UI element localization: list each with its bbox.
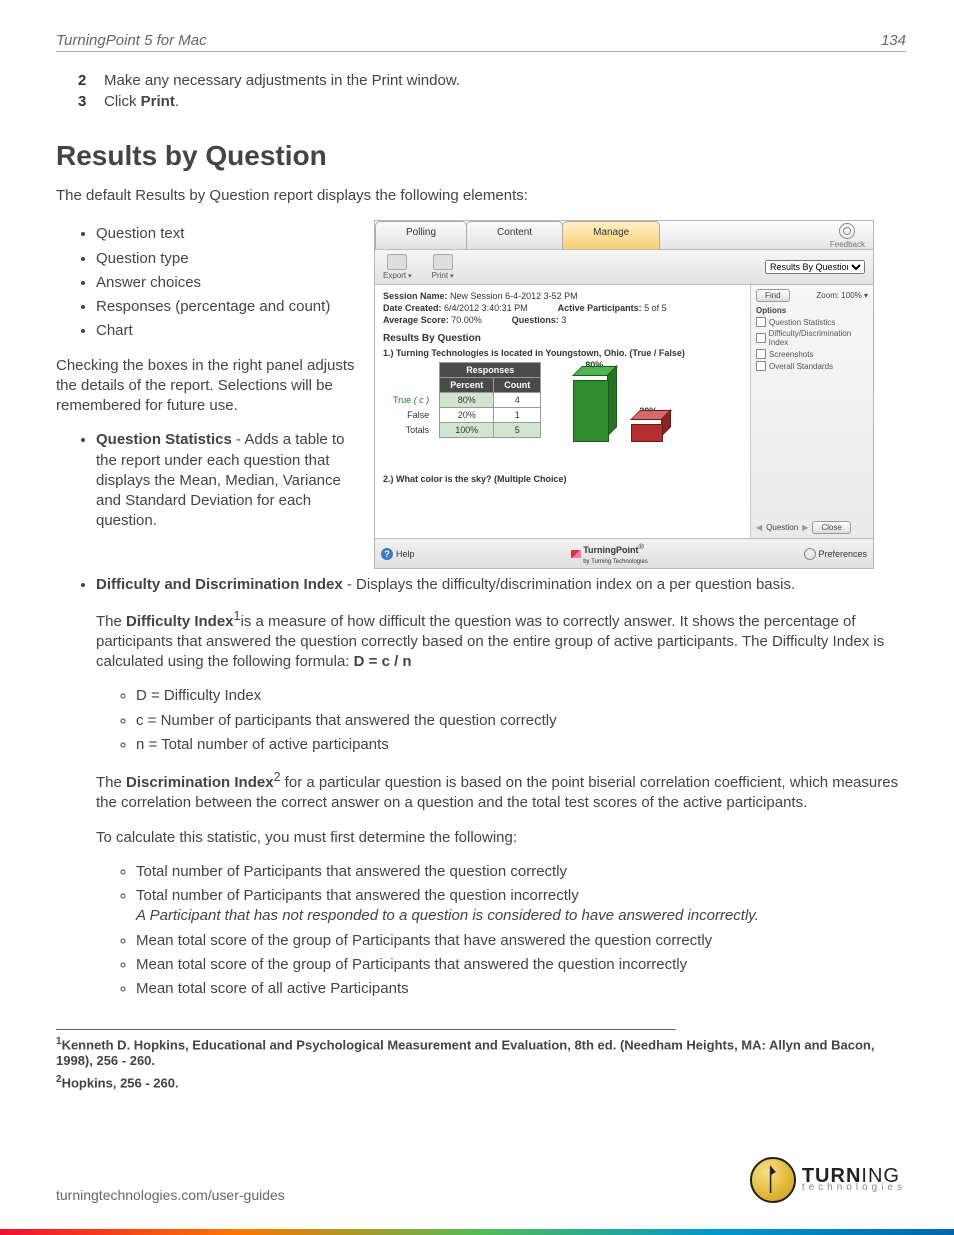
chevron-down-icon: ▾ — [408, 273, 412, 280]
export-button[interactable]: Export▾ — [383, 254, 412, 280]
section-heading: Results by Question — [56, 140, 906, 172]
list-item: Difficulty and Discrimination Index - Di… — [96, 575, 906, 999]
discrim-para: The Discrimination Index2 for a particul… — [96, 769, 906, 814]
tab-manage[interactable]: Manage — [562, 221, 660, 249]
tp-logo-mini: TurningPoint®by Turning Technologies — [571, 542, 648, 565]
chevron-down-icon: ▾ — [450, 273, 454, 280]
bar-chart: 80% 20% — [553, 362, 683, 452]
option-screenshots[interactable]: Screenshots — [756, 349, 868, 359]
calc-list: Total number of Participants that answer… — [96, 862, 906, 1000]
app-screenshot: Polling Content Manage Feedback Export▾ — [374, 220, 874, 569]
list-item: Total number of Participants that answer… — [136, 886, 906, 927]
list-item: Question Statistics - Adds a table to th… — [96, 430, 356, 531]
close-button[interactable]: Close — [812, 521, 850, 534]
checkbox-icon — [756, 349, 766, 359]
list-item: Total number of Participants that answer… — [136, 862, 906, 882]
color-bar — [0, 1229, 954, 1235]
option-question-statistics[interactable]: Question Statistics — [756, 317, 868, 327]
print-button[interactable]: Print▾ — [432, 254, 454, 280]
question-2: 2.) What color is the sky? (Multiple Cho… — [383, 474, 742, 484]
responses-table: Responses PercentCount True ( c )80%4 Fa… — [383, 362, 541, 438]
calc-intro: To calculate this statistic, you must fi… — [96, 828, 906, 848]
export-icon — [387, 254, 407, 270]
options-panel: Find Zoom: 100% ▾ Options Question Stati… — [751, 285, 873, 538]
intro-text: The default Results by Question report d… — [56, 186, 906, 206]
page-header: TurningPoint 5 for Mac 134 — [56, 32, 906, 52]
zoom-control[interactable]: Zoom: 100% ▾ — [816, 291, 868, 300]
list-item: D = Difficulty Index — [136, 686, 906, 706]
list-item: Mean total score of all active Participa… — [136, 979, 906, 999]
footnote-1: 1Kenneth D. Hopkins, Educational and Psy… — [56, 1036, 906, 1067]
page-number: 134 — [881, 32, 906, 49]
print-icon — [433, 254, 453, 270]
footnote-separator — [56, 1029, 676, 1030]
list-item: n = Total number of active participants — [136, 735, 906, 755]
feedback-button[interactable]: Feedback — [830, 221, 865, 249]
step-2: 2Make any necessary adjustments in the P… — [78, 72, 906, 89]
checkbox-icon — [756, 361, 766, 371]
page-footer: turningtechnologies.com/user-guides TURN… — [56, 1157, 906, 1203]
steps-list: 2Make any necessary adjustments in the P… — [56, 72, 906, 110]
tab-content[interactable]: Content — [466, 221, 563, 249]
results-title: Results By Question — [383, 333, 742, 344]
flag-icon — [571, 550, 581, 558]
list-item: Responses (percentage and count) — [96, 297, 356, 317]
tab-polling[interactable]: Polling — [375, 221, 467, 249]
checking-para: Checking the boxes in the right panel ad… — [56, 356, 356, 417]
brand-logo: TURNING technologies — [750, 1157, 906, 1203]
checkbox-icon — [756, 333, 766, 343]
list-item: c = Number of participants that answered… — [136, 711, 906, 731]
help-icon: ? — [381, 548, 393, 560]
feedback-icon — [839, 223, 855, 239]
difficulty-para: The Difficulty Index1is a measure of how… — [96, 608, 906, 673]
footnote-2: 2Hopkins, 256 - 260. — [56, 1074, 906, 1090]
ddi-desc-list: Difficulty and Discrimination Index - Di… — [56, 575, 906, 999]
list-item: Chart — [96, 321, 356, 341]
list-item: Question type — [96, 249, 356, 269]
options-desc-list: Question Statistics - Adds a table to th… — [56, 430, 356, 531]
question-1: 1.) Turning Technologies is located in Y… — [383, 348, 742, 358]
gear-icon — [804, 548, 816, 560]
doc-title: TurningPoint 5 for Mac — [56, 32, 207, 49]
elements-list: Question text Question type Answer choic… — [56, 224, 356, 341]
list-item: Answer choices — [96, 273, 356, 293]
turning-logo-icon — [750, 1157, 796, 1203]
list-item: Question text — [96, 224, 356, 244]
footer-url: turningtechnologies.com/user-guides — [56, 1187, 285, 1203]
bar-false — [631, 418, 669, 442]
diff-vars-list: D = Difficulty Index c = Number of parti… — [96, 686, 906, 755]
checkbox-icon — [756, 317, 766, 327]
next-icon[interactable]: ▶ — [802, 523, 808, 532]
report-type-dropdown[interactable]: Results By Question — [765, 260, 865, 274]
find-button[interactable]: Find — [756, 289, 790, 302]
list-item: Mean total score of the group of Partici… — [136, 955, 906, 975]
option-overall-standards[interactable]: Overall Standards — [756, 361, 868, 371]
preferences-link[interactable]: Preferences — [804, 548, 867, 560]
help-link[interactable]: Help — [396, 549, 415, 559]
list-item: Mean total score of the group of Partici… — [136, 931, 906, 951]
step-3: 3Click Print. — [78, 93, 906, 110]
option-ddi[interactable]: Difficulty/Discrimination Index — [756, 329, 868, 347]
bar-true — [573, 374, 615, 442]
prev-icon[interactable]: ◀ — [756, 523, 762, 532]
